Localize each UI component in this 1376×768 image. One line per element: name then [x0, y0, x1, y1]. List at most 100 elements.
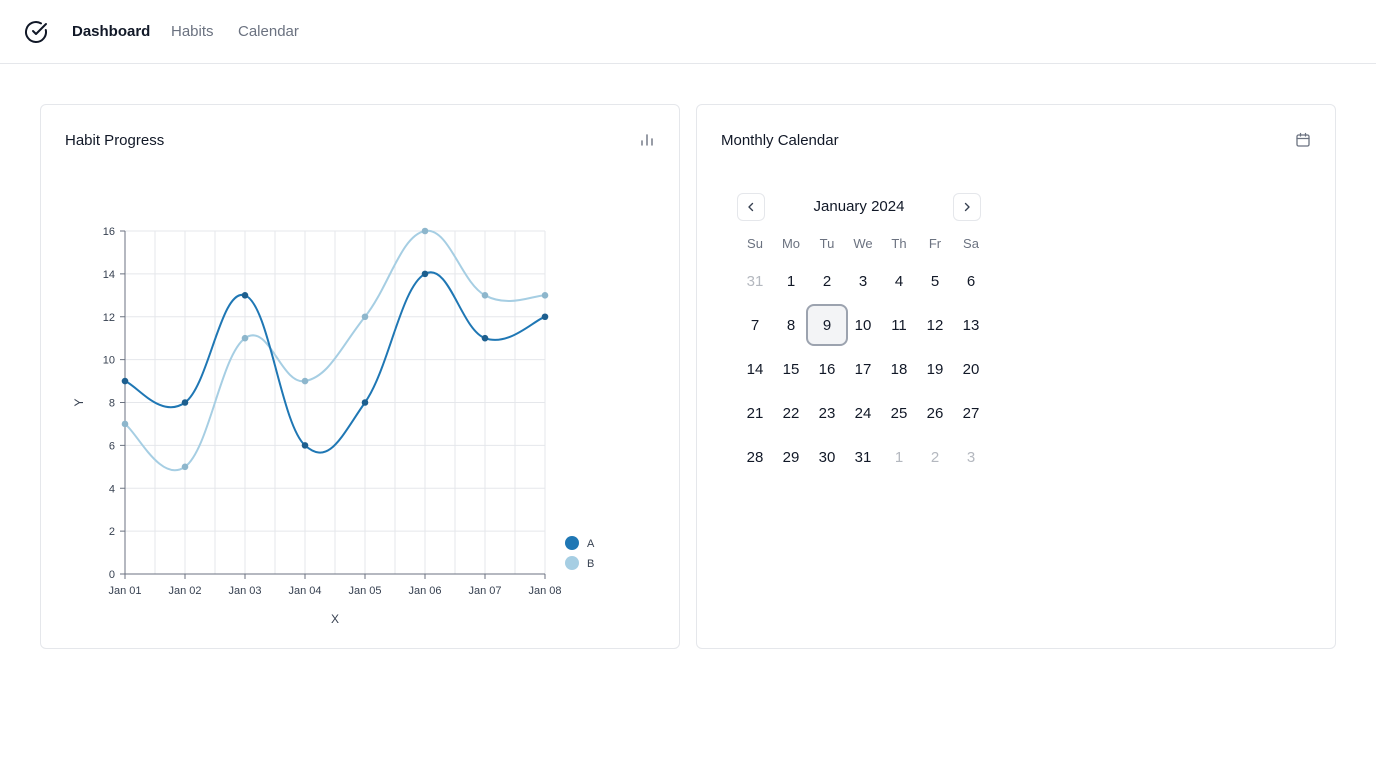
y-tick-label: 6	[109, 440, 115, 452]
monthly-calendar-card: Monthly Calendar January 2024 Su Mo Tu We Th…	[696, 104, 1336, 649]
calendar-week-row: 31 1 2 3 4 5 6	[737, 259, 989, 303]
calendar-week-row: 7 8 9 10 11 12 13	[737, 303, 989, 347]
calendar-week-row: 21 22 23 24 25 26 27	[737, 391, 989, 435]
calendar-day-outside[interactable]: 31	[737, 259, 773, 303]
x-tick-label: Jan 05	[348, 585, 381, 597]
nav-link-calendar[interactable]: Calendar	[238, 22, 299, 42]
card-title: Monthly Calendar	[721, 132, 839, 149]
top-nav: Dashboard Habits Calendar	[0, 0, 1376, 64]
y-tick-label: 8	[109, 398, 115, 410]
legend-label-a: A	[587, 538, 595, 550]
calendar-day[interactable]: 7	[737, 303, 773, 347]
x-tick-label: Jan 06	[408, 585, 441, 597]
x-tick-label: Jan 04	[288, 585, 321, 597]
legend-swatch-a	[565, 536, 579, 550]
habit-progress-card: Habit Progress 0 2 4 6 8 10 12 14 16 Jan 01 Jan 02…	[40, 104, 680, 649]
data-point-b	[241, 334, 249, 342]
habit-progress-chart: 0 2 4 6 8 10 12 14 16 Jan 01 Jan 02 Jan 03 Jan 04 Jan…	[72, 226, 595, 626]
calendar-day[interactable]: 24	[845, 391, 881, 435]
calendar-day[interactable]: 22	[773, 391, 809, 435]
calendar-day[interactable]: 28	[737, 435, 773, 479]
data-point-a	[121, 377, 129, 385]
calendar-day-outside[interactable]: 1	[881, 435, 917, 479]
calendar-day[interactable]: 8	[773, 303, 809, 347]
calendar-day[interactable]: 6	[953, 259, 989, 303]
y-axis-label: Y	[72, 398, 86, 406]
chevron-right-icon	[964, 202, 970, 212]
weekday-label: Mo	[781, 236, 801, 251]
y-tick-label: 10	[103, 355, 115, 367]
calendar-day-grid: 31 1 2 3 4 5 6 7 8 9 10 11 12 13 14 15 16 17 18 19 20 21 22 23 2…	[737, 259, 989, 479]
calendar-day[interactable]: 20	[953, 347, 989, 391]
calendar-day-outside[interactable]: 3	[953, 435, 989, 479]
data-point-b	[181, 463, 189, 471]
x-tick-label: Jan 02	[168, 585, 201, 597]
weekday-label: Tu	[819, 236, 835, 251]
data-point-a	[541, 313, 549, 321]
x-tick-label: Jan 08	[528, 585, 561, 597]
nav-link-dashboard[interactable]: Dashboard	[72, 22, 150, 42]
calendar-day[interactable]: 13	[953, 303, 989, 347]
data-point-b	[421, 227, 429, 235]
data-point-b	[481, 292, 489, 299]
calendar-day[interactable]: 15	[773, 347, 809, 391]
calendar-day-outside[interactable]: 2	[917, 435, 953, 479]
x-tick-label: Jan 03	[228, 585, 261, 597]
data-point-b	[541, 292, 549, 299]
calendar-day[interactable]: 10	[845, 303, 881, 347]
x-tick-label: Jan 01	[108, 585, 141, 597]
y-tick-label: 14	[103, 269, 115, 281]
calendar-day[interactable]: 5	[917, 259, 953, 303]
calendar-day[interactable]: 23	[809, 391, 845, 435]
y-tick-label: 0	[109, 569, 115, 581]
calendar-day[interactable]: 30	[809, 435, 845, 479]
y-tick-label: 12	[103, 312, 115, 324]
data-point-a	[361, 399, 369, 406]
calendar-day[interactable]: 26	[917, 391, 953, 435]
weekday-label: Fr	[928, 236, 942, 251]
data-point-a	[481, 334, 489, 342]
data-point-a	[421, 270, 429, 278]
calendar-icon[interactable]	[1295, 132, 1311, 148]
y-tick-label: 2	[109, 526, 115, 538]
y-tick-label: 16	[103, 226, 115, 238]
weekday-label: Su	[747, 236, 763, 251]
calendar-day[interactable]: 4	[881, 259, 917, 303]
calendar-day-selected[interactable]: 9	[806, 304, 848, 346]
legend-swatch-b	[565, 556, 579, 570]
calendar-day[interactable]: 17	[845, 347, 881, 391]
calendar-day[interactable]: 3	[845, 259, 881, 303]
calendar-day[interactable]: 14	[737, 347, 773, 391]
calendar-week-row: 14 15 16 17 18 19 20	[737, 347, 989, 391]
next-month-button[interactable]	[953, 193, 981, 221]
check-circle-icon[interactable]	[24, 20, 48, 44]
weekday-header: Su Mo Tu We Th Fr Sa	[737, 236, 989, 252]
calendar-week-row: 28 29 30 31 1 2 3	[737, 435, 989, 479]
data-point-a	[301, 442, 309, 449]
calendar-day[interactable]: 16	[809, 347, 845, 391]
legend-label-b: B	[587, 558, 594, 570]
x-tick-label: Jan 07	[468, 585, 501, 597]
data-point-b	[121, 420, 129, 428]
data-point-a	[241, 292, 249, 299]
data-point-b	[301, 377, 309, 385]
calendar-day[interactable]: 29	[773, 435, 809, 479]
data-point-a	[181, 399, 189, 406]
calendar-day[interactable]: 1	[773, 259, 809, 303]
nav-link-habits[interactable]: Habits	[171, 22, 214, 42]
calendar-day[interactable]: 31	[845, 435, 881, 479]
data-point-b	[361, 313, 369, 321]
calendar-day[interactable]: 2	[809, 259, 845, 303]
calendar-day[interactable]: 21	[737, 391, 773, 435]
weekday-label: Sa	[963, 236, 979, 251]
calendar-day[interactable]: 19	[917, 347, 953, 391]
calendar-day[interactable]: 18	[881, 347, 917, 391]
calendar-month-label: January 2024	[813, 198, 905, 215]
calendar-day[interactable]: 11	[881, 303, 917, 347]
y-tick-label: 4	[109, 483, 115, 495]
calendar-day[interactable]: 25	[881, 391, 917, 435]
calendar-day[interactable]: 27	[953, 391, 989, 435]
calendar-day[interactable]: 12	[917, 303, 953, 347]
x-axis-label: X	[331, 612, 339, 626]
weekday-label: We	[853, 236, 873, 251]
